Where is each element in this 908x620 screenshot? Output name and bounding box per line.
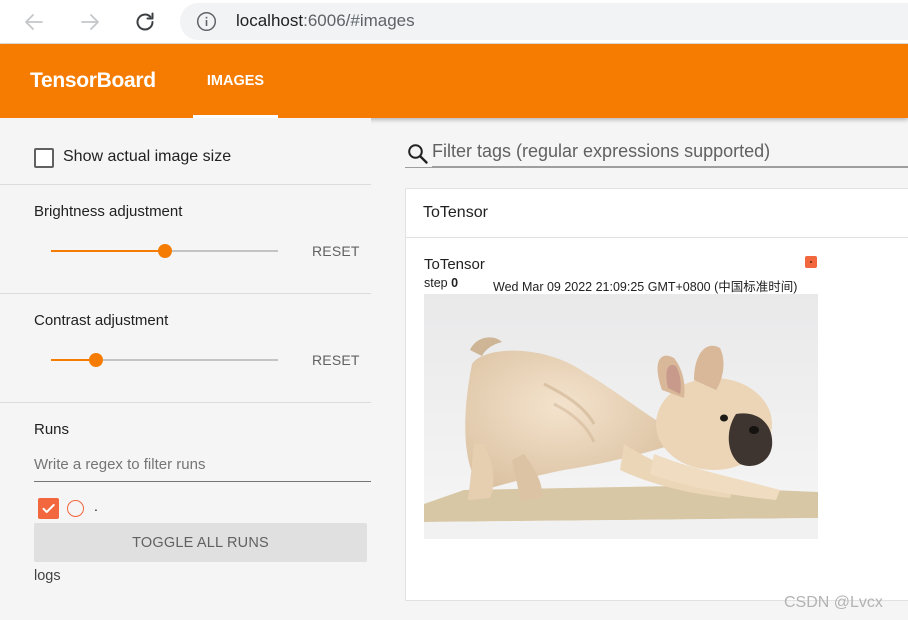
- brightness-section: Brightness adjustment RESET: [0, 185, 371, 294]
- brightness-slider-fill: [51, 250, 165, 252]
- run-checkbox[interactable]: [38, 498, 59, 519]
- contrast-slider-thumb[interactable]: [89, 353, 104, 367]
- image-card-step: step 0: [424, 276, 458, 290]
- arrow-right-icon: [81, 14, 99, 30]
- check-icon: [42, 504, 55, 513]
- tag-filter-input[interactable]: [432, 137, 908, 167]
- category-header[interactable]: ToTensor: [406, 189, 908, 238]
- info-icon[interactable]: [196, 11, 217, 32]
- url-text[interactable]: localhost:6006/#images: [236, 11, 415, 31]
- step-label: step: [424, 276, 448, 290]
- log-directory: logs: [34, 568, 61, 584]
- tab-images-label: IMAGES: [206, 73, 265, 89]
- arrow-left-icon: [25, 14, 43, 30]
- sample-image[interactable]: [424, 294, 818, 539]
- tag-filter-underline: [405, 167, 908, 168]
- sidebar: Show actual image size Brightness adjust…: [0, 118, 371, 620]
- back-button[interactable]: [20, 8, 48, 36]
- search-icon: [408, 144, 428, 164]
- category-title: ToTensor: [423, 204, 488, 221]
- contrast-label: Contrast adjustment: [34, 312, 169, 329]
- tab-images[interactable]: IMAGES: [193, 44, 278, 118]
- run-name: .: [94, 498, 98, 514]
- reload-button[interactable]: [131, 8, 159, 36]
- toggle-all-runs-button[interactable]: TOGGLE ALL RUNS: [34, 523, 367, 562]
- reload-icon: [136, 12, 154, 31]
- image-category-pane: ToTensor ToTensor step 0 Wed Mar 09 2022…: [405, 188, 908, 601]
- show-actual-size-section: Show actual image size: [0, 118, 371, 185]
- url-host: localhost: [236, 11, 304, 30]
- run-color-radio[interactable]: [67, 500, 84, 517]
- contrast-section: Contrast adjustment RESET: [0, 294, 371, 403]
- image-card-timestamp: Wed Mar 09 2022 21:09:25 GMT+0800 (中国标准时…: [493, 280, 798, 294]
- puppy-image: [424, 294, 818, 539]
- step-value: 0: [451, 276, 459, 290]
- url-path: :6006/#images: [303, 11, 415, 30]
- run-color-indicator: [805, 256, 817, 268]
- contrast-reset-button[interactable]: RESET: [312, 352, 360, 368]
- runs-title: Runs: [34, 421, 70, 438]
- browser-toolbar: localhost:6006/#images: [0, 0, 908, 44]
- tensorboard-header: TensorBoard IMAGES: [0, 44, 908, 118]
- brightness-label: Brightness adjustment: [34, 203, 183, 220]
- run-regex-input[interactable]: [34, 448, 371, 482]
- app-logo[interactable]: TensorBoard: [30, 69, 156, 93]
- watermark: CSDN @Lvcx: [784, 594, 883, 611]
- image-card-title: ToTensor: [424, 256, 485, 273]
- forward-button[interactable]: [76, 8, 104, 36]
- show-actual-size-label[interactable]: Show actual image size: [63, 148, 231, 166]
- show-actual-size-checkbox[interactable]: [34, 148, 54, 168]
- brightness-reset-button[interactable]: RESET: [312, 243, 360, 259]
- brightness-slider-thumb[interactable]: [157, 244, 172, 258]
